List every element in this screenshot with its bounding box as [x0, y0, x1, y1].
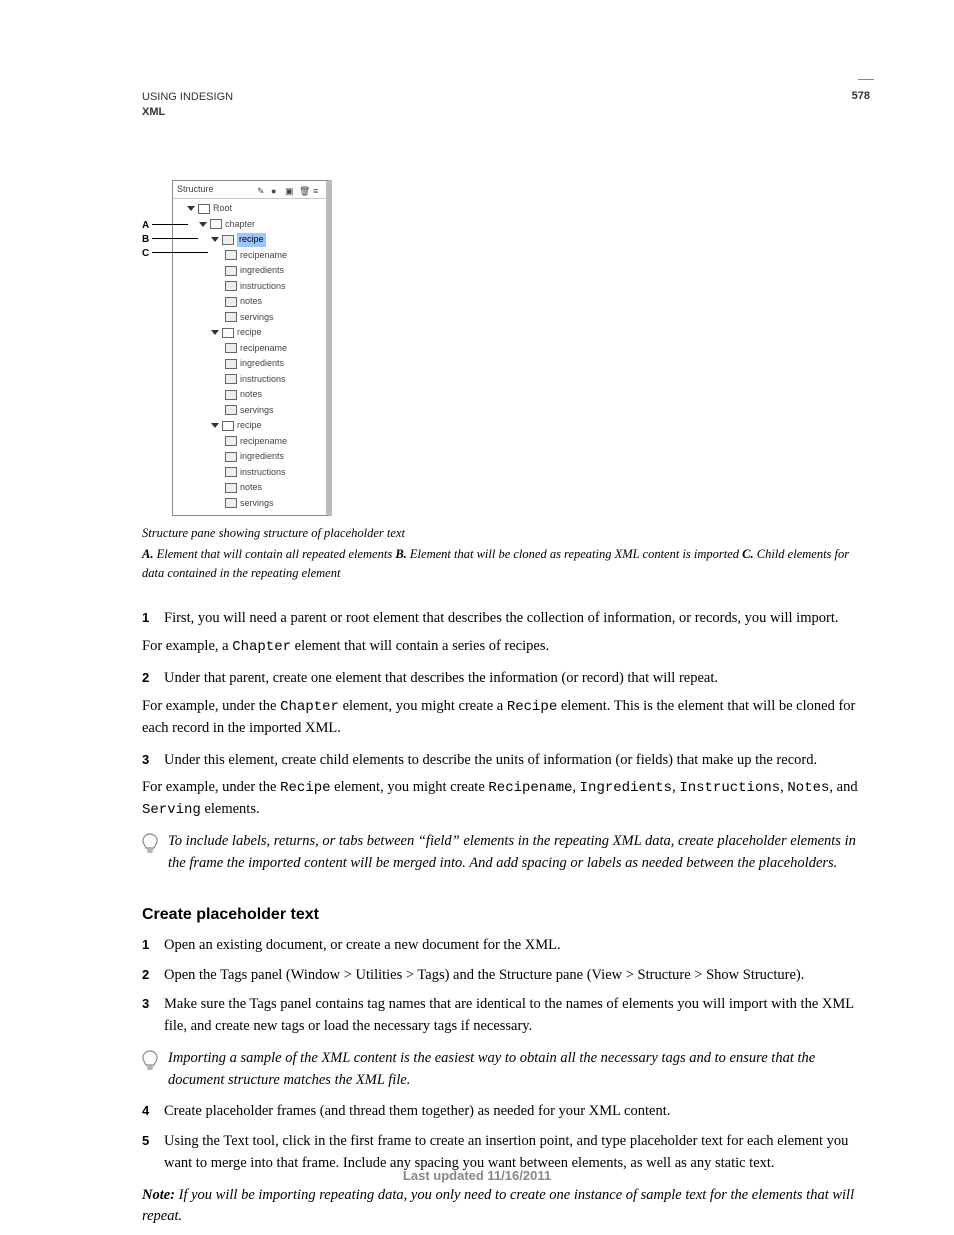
legend-a-label: A. — [142, 547, 153, 561]
note-text: If you will be importing repeating data,… — [142, 1187, 854, 1225]
pane-title: Structure — [177, 183, 214, 197]
tree-leaf: instructions — [240, 373, 286, 387]
lightbulb-icon — [142, 1050, 158, 1072]
code: Instructions — [679, 780, 780, 796]
footer-updated: Last updated 11/16/2011 — [0, 1166, 954, 1186]
page-number: 578 — [852, 88, 870, 105]
step-number: 1 — [142, 608, 154, 630]
steps-a: 1 First, you will need a parent or root e… — [142, 608, 874, 875]
snippet-icon: ▣ — [285, 185, 294, 194]
callout-b: B — [142, 232, 149, 247]
step-number: 4 — [142, 1101, 154, 1123]
code: Chapter — [280, 699, 339, 715]
step-number: 3 — [142, 750, 154, 772]
tip-text: To include labels, returns, or tabs betw… — [168, 831, 874, 875]
tree-chapter: chapter — [225, 218, 255, 232]
structure-pane: Structure ✎ ● ▣ 🗑 ≡ Root chapter recipe … — [172, 180, 332, 517]
lightbulb-icon — [142, 833, 158, 855]
step-number: 2 — [142, 668, 154, 690]
tree-recipe: recipe — [237, 419, 262, 433]
tree-recipe: recipe — [237, 326, 262, 340]
step-text: Under that parent, create one element th… — [164, 668, 718, 690]
menu-icon: ≡ — [313, 185, 322, 194]
tip: Importing a sample of the XML content is… — [142, 1048, 874, 1092]
code: Recipename — [488, 780, 572, 796]
figure-legend: A. Element that will contain all repeate… — [142, 545, 874, 583]
tree-leaf: servings — [240, 497, 274, 511]
step-number: 1 — [142, 935, 154, 957]
tree-leaf: recipename — [240, 435, 287, 449]
para: For example, under the Recipe element, y… — [142, 777, 874, 821]
tree-leaf: servings — [240, 404, 274, 418]
step-text: Under this element, create child element… — [164, 750, 817, 772]
para: For example, a Chapter element that will… — [142, 636, 874, 658]
note: Note: If you will be importing repeating… — [142, 1185, 874, 1229]
tree-leaf: notes — [240, 388, 262, 402]
running-head: USING INDESIGN XML — [142, 90, 874, 120]
step-text: First, you will need a parent or root el… — [164, 608, 838, 630]
tree-leaf: ingredients — [240, 264, 284, 278]
para: For example, under the Chapter element, … — [142, 696, 874, 740]
code: Ingredients — [580, 780, 672, 796]
tip: To include labels, returns, or tabs betw… — [142, 831, 874, 875]
header-section: XML — [142, 106, 165, 118]
tree-leaf: instructions — [240, 280, 286, 294]
tree-leaf: ingredients — [240, 357, 284, 371]
step-text: Open an existing document, or create a n… — [164, 935, 561, 957]
note-label: Note: — [142, 1187, 175, 1203]
code: Chapter — [232, 639, 291, 655]
step-number: 2 — [142, 965, 154, 987]
code: Recipe — [280, 780, 330, 796]
step-number: 3 — [142, 994, 154, 1038]
figure-caption: Structure pane showing structure of plac… — [142, 524, 874, 543]
code: Recipe — [507, 699, 557, 715]
tree-leaf: notes — [240, 295, 262, 309]
legend-b-label: B. — [395, 547, 406, 561]
pencil-icon: ✎ — [257, 185, 266, 194]
step-text: Make sure the Tags panel contains tag na… — [164, 994, 874, 1038]
structure-figure: A B C Structure ✎ ● ▣ 🗑 ≡ Root chapter r… — [172, 180, 372, 517]
callout-c: C — [142, 246, 149, 261]
legend-c-label: C. — [742, 547, 753, 561]
tree-leaf: recipename — [240, 342, 287, 356]
code: Serving — [142, 802, 201, 818]
header-title: USING INDESIGN — [142, 91, 233, 103]
trash-icon: 🗑 — [299, 185, 308, 194]
tree-leaf: ingredients — [240, 450, 284, 464]
header-rule — [858, 79, 874, 80]
page: USING INDESIGN XML 578 A B C Structure ✎… — [0, 0, 954, 1235]
code: Notes — [787, 780, 829, 796]
tree-recipe: recipe — [237, 233, 266, 247]
tree: Root chapter recipe recipename ingredien… — [173, 199, 326, 515]
callout-a: A — [142, 218, 149, 233]
tree-leaf: recipename — [240, 249, 287, 263]
tip-text: Importing a sample of the XML content is… — [168, 1048, 874, 1092]
dot-icon: ● — [271, 185, 280, 194]
tree-leaf: servings — [240, 311, 274, 325]
tree-leaf: notes — [240, 481, 262, 495]
tree-root: Root — [213, 202, 232, 216]
step-text: Open the Tags panel (Window > Utilities … — [164, 965, 804, 987]
tree-leaf: instructions — [240, 466, 286, 480]
heading-create-placeholder: Create placeholder text — [142, 903, 874, 927]
step-text: Create placeholder frames (and thread th… — [164, 1101, 670, 1123]
pane-header: Structure ✎ ● ▣ 🗑 ≡ — [173, 181, 326, 200]
